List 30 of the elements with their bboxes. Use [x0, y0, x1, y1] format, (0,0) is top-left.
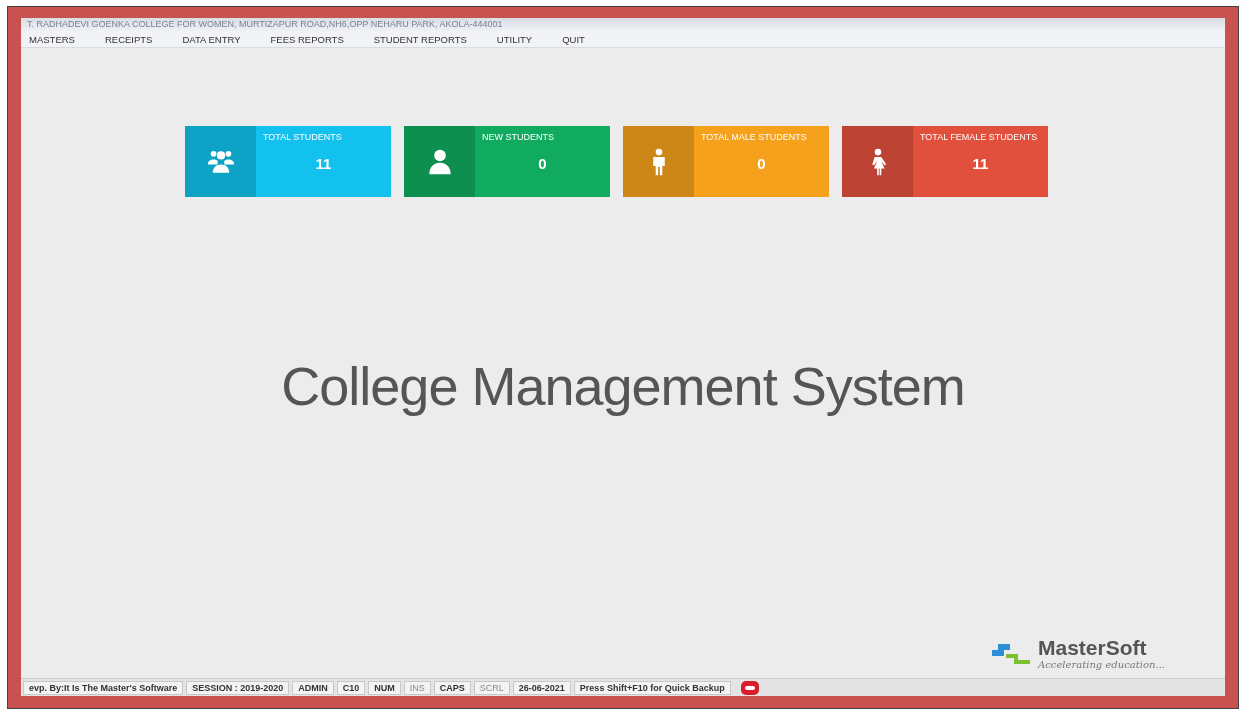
status-cell: SESSION : 2019-2020: [186, 680, 290, 695]
window-title: T. RADHADEVI GOENKA COLLEGE FOR WOMEN, MURTIZAPUR ROAD,NH6,OPP NEHARU PARK, AKOLA-444001: [27, 19, 503, 29]
menu-item[interactable]: UTILITY: [496, 32, 533, 46]
status-cell: Press Shift+F10 for Quick Backup: [573, 680, 731, 695]
card-label: NEW STUDENTS: [481, 132, 555, 142]
card-label: TOTAL MALE STUDENTS: [700, 132, 808, 142]
card-value: 0: [757, 155, 766, 172]
status-cell: INS: [403, 680, 431, 695]
logo-wordmark: MasterSoft: [1038, 637, 1148, 659]
status-cell: C10: [336, 680, 366, 695]
status-cell: SCRL: [473, 680, 510, 695]
badge-icon[interactable]: [739, 679, 760, 696]
menu-item[interactable]: FEES REPORTS: [270, 32, 344, 46]
status-cell: evp. By:It Is The Master's Software: [23, 680, 184, 695]
card-value: 0: [538, 155, 547, 172]
menu-item[interactable]: MASTERS: [29, 32, 75, 46]
menu-item[interactable]: QUIT: [562, 32, 585, 46]
menu-item[interactable]: STUDENT REPORTS: [373, 32, 467, 46]
card-label: TOTAL FEMALE STUDENTS: [919, 132, 1039, 142]
card-label: TOTAL STUDENTS: [262, 132, 343, 142]
logo-tagline: Accelerating education...: [1038, 659, 1165, 670]
menu-item[interactable]: RECEIPTS: [104, 32, 153, 46]
status-cell: ADMIN: [292, 680, 334, 695]
status-cell: CAPS: [433, 680, 471, 695]
app-heading: College Management System: [280, 355, 966, 417]
status-cell: NUM: [368, 680, 401, 695]
menu-item[interactable]: DATA ENTRY: [182, 32, 241, 46]
card-value: 11: [972, 155, 989, 172]
card-value: 11: [315, 155, 332, 172]
status-cell: 26-06-2021: [512, 680, 571, 695]
